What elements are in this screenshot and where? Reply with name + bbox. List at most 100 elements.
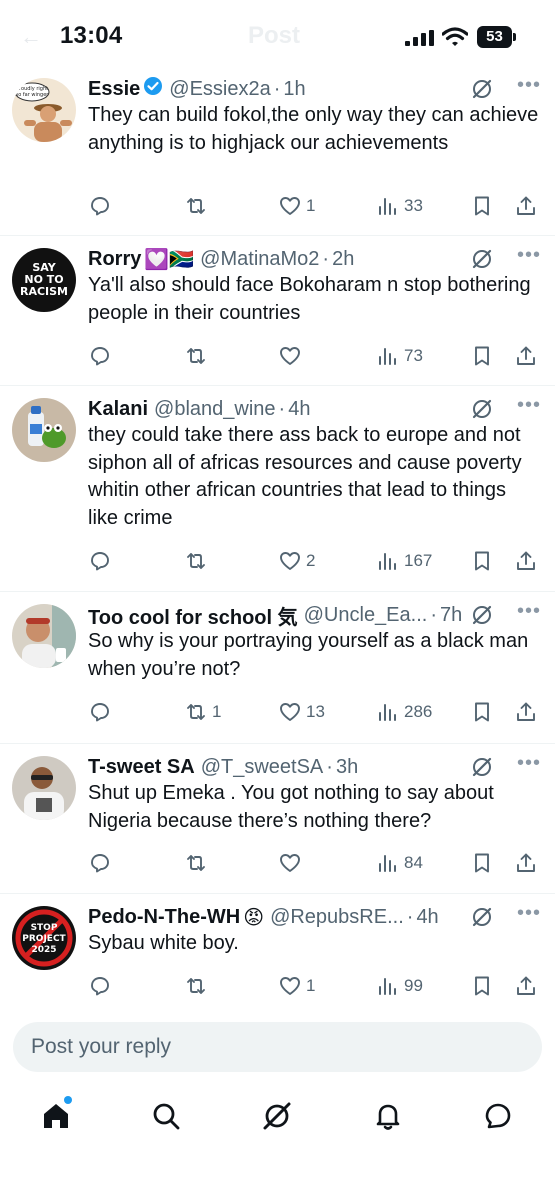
more-options-icon[interactable]: ••• [517,902,541,925]
nav-notifications[interactable] [368,1096,408,1136]
repost-button[interactable] [184,849,212,877]
handle[interactable]: @Uncle_Ea... [304,604,428,627]
share-button[interactable] [514,698,538,726]
bookmark-button[interactable] [470,972,494,1000]
reply-composer[interactable] [13,1022,542,1072]
avatar[interactable] [12,604,76,668]
status-time: 13:04 [60,22,123,49]
bookmark-button[interactable] [470,192,494,220]
reply-button[interactable] [88,547,116,575]
share-button[interactable] [514,342,538,370]
like-button[interactable] [278,849,306,877]
avatar-text: RACISM [20,285,68,298]
share-button[interactable] [514,849,538,877]
display-name[interactable]: Kalani [88,398,148,421]
share-button[interactable] [514,972,538,1000]
reply-text: Ya'll also should face Bokoharam n stop … [88,274,531,324]
repost-button[interactable] [184,547,212,575]
separator: · [326,755,333,778]
bookmark-button[interactable] [470,698,494,726]
bookmark-button[interactable] [470,342,494,370]
grok-icon[interactable] [471,756,493,778]
avatar[interactable]: STOP PROJECT 2025 [12,906,76,970]
like-button[interactable]: 1 [278,972,315,1000]
views-button[interactable]: 99 [376,972,423,1000]
separator: · [430,603,437,626]
share-button[interactable] [514,547,538,575]
views-button[interactable]: 33 [376,192,423,220]
reply-input[interactable] [13,1022,542,1072]
repost-button[interactable] [184,342,212,370]
timestamp[interactable]: 3h [336,756,358,779]
reply-text: Shut up Emeka . You got nothing to say a… [88,782,494,832]
view-count: 99 [404,976,423,995]
views-button[interactable]: 286 [376,698,432,726]
back-arrow-icon[interactable]: ← [20,24,42,50]
avatar[interactable]: SAY NO TO RACISM [12,248,76,312]
cellular-signal-icon [405,30,434,46]
like-button[interactable] [278,342,306,370]
grok-icon[interactable] [471,604,493,626]
display-name[interactable]: Essie [88,78,140,101]
messages-icon [485,1103,511,1129]
reply-item[interactable]: T-sweet SA @T_sweetSA · 3h Shut up Emeka… [0,744,555,894]
bookmark-button[interactable] [470,849,494,877]
reply-item[interactable]: STOP PROJECT 2025 Pedo-N-The-WH 😡 @Repub… [0,894,555,1010]
grok-icon[interactable] [471,248,493,270]
bell-icon [376,1104,400,1130]
nav-home[interactable] [36,1096,76,1136]
reply-item[interactable]: Kalani @bland_wine · 4h they could take … [0,386,555,592]
reply-button[interactable] [88,698,116,726]
timestamp[interactable]: 7h [440,604,462,627]
repost-button[interactable] [184,972,212,1000]
avatar[interactable] [12,398,76,462]
timestamp[interactable]: 4h [288,398,310,421]
display-name[interactable]: Rorry [88,248,141,271]
heart-flag-emoji: 💟🇿🇦 [144,248,195,271]
grok-icon[interactable] [471,398,493,420]
nav-messages[interactable] [478,1096,518,1136]
repost-button[interactable] [184,192,212,220]
display-name[interactable]: T-sweet SA [88,756,195,779]
reply-button[interactable] [88,192,116,220]
page-title: Post [248,22,301,49]
avatar[interactable]: proudly right so far winger [12,78,76,142]
reply-button[interactable] [88,342,116,370]
handle[interactable]: @T_sweetSA [201,756,324,779]
nav-search[interactable] [146,1096,186,1136]
timestamp[interactable]: 4h [416,906,438,929]
share-button[interactable] [514,192,538,220]
handle[interactable]: @MatinaMo2 [200,248,319,271]
reply-item[interactable]: proudly right so far winger Essie @Essie… [0,66,555,236]
views-button[interactable]: 167 [376,547,432,575]
more-options-icon[interactable]: ••• [517,74,541,97]
more-options-icon[interactable]: ••• [517,394,541,417]
more-options-icon[interactable]: ••• [517,752,541,775]
reply-item[interactable]: Too cool for school 気 @Uncle_Ea... · 7h … [0,592,555,744]
reply-text: They can build fokol,the only way they c… [88,104,539,154]
handle[interactable]: @RepubsRE... [270,906,404,929]
repost-button[interactable]: 1 [184,698,221,726]
bookmark-button[interactable] [470,547,494,575]
display-name[interactable]: Pedo-N-The-WH [88,906,240,929]
timestamp[interactable]: 1h [283,78,305,101]
reply-button[interactable] [88,972,116,1000]
timestamp[interactable]: 2h [332,248,354,271]
like-button[interactable]: 13 [278,698,325,726]
display-name[interactable]: Too cool for school 気 [88,601,298,630]
like-button[interactable]: 1 [278,192,315,220]
views-button[interactable]: 84 [376,849,423,877]
nav-grok[interactable] [257,1096,297,1136]
like-button[interactable]: 2 [278,547,315,575]
views-button[interactable]: 73 [376,342,423,370]
grok-icon[interactable] [471,78,493,100]
handle[interactable]: @Essiex2a [169,78,270,101]
grok-icon[interactable] [471,906,493,928]
handle[interactable]: @bland_wine [154,398,276,421]
separator: · [278,397,286,420]
more-options-icon[interactable]: ••• [517,244,541,267]
avatar[interactable] [12,756,76,820]
more-options-icon[interactable]: ••• [517,600,541,623]
reply-button[interactable] [88,849,116,877]
reply-item[interactable]: SAY NO TO RACISM Rorry 💟🇿🇦 @MatinaMo2 · … [0,236,555,386]
